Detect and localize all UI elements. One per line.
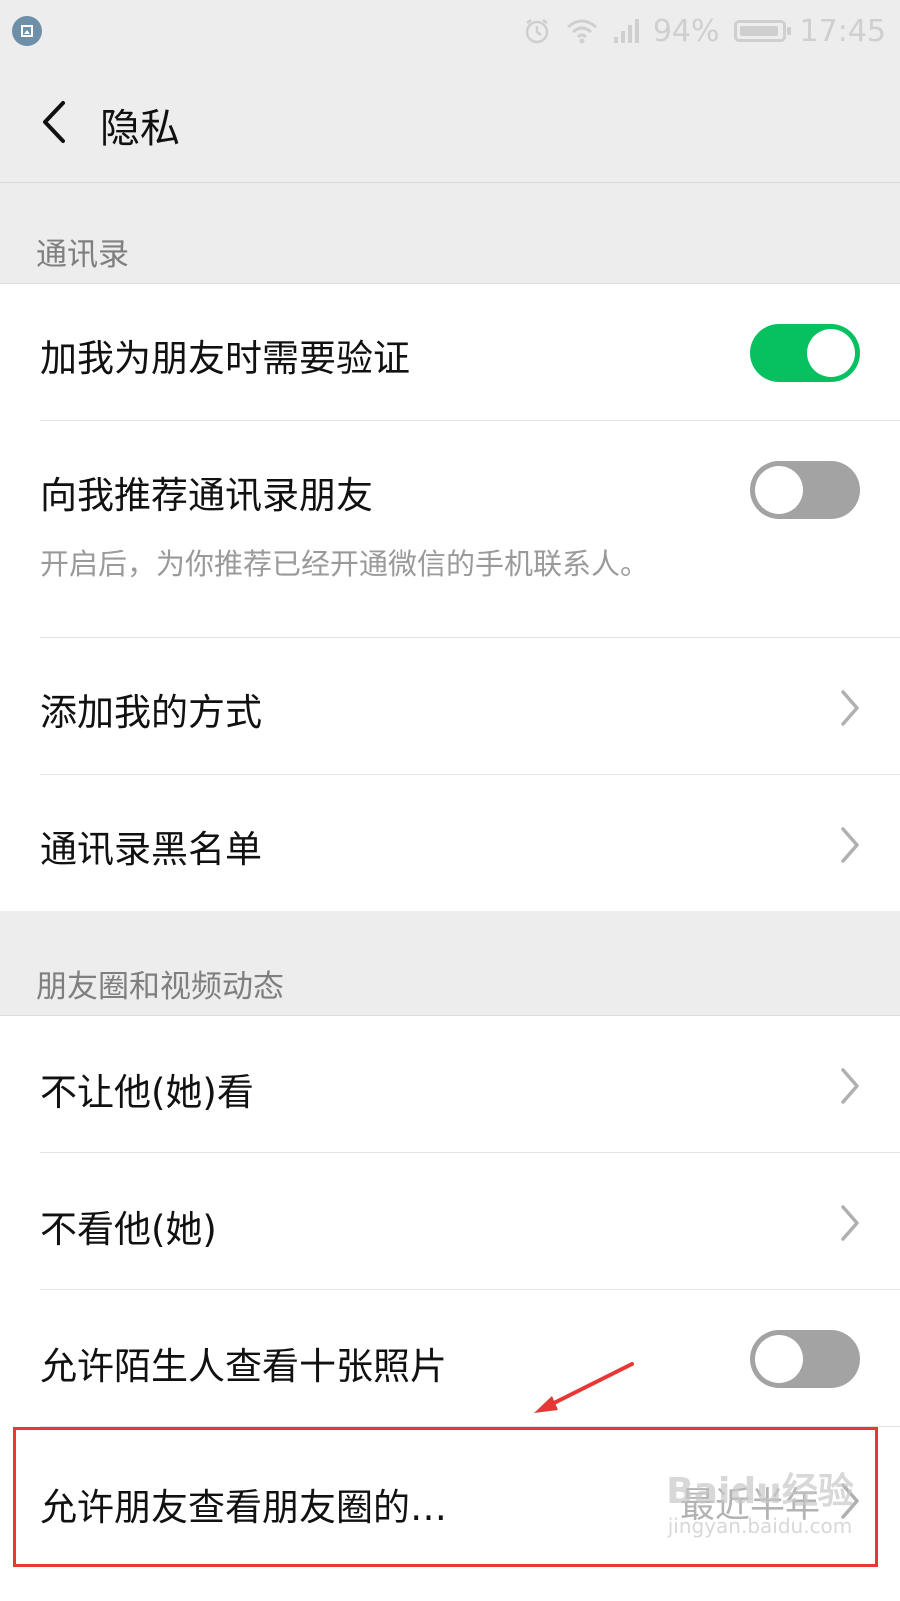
row-label: 不看他(她) bbox=[40, 1208, 217, 1251]
section-header-moments: 朋友圈和视频动态 bbox=[0, 911, 900, 1015]
row-label: 向我推荐通讯录朋友 bbox=[40, 474, 373, 517]
row-label: 加我为朋友时需要验证 bbox=[40, 337, 410, 380]
signal-icon bbox=[613, 19, 639, 43]
row-add-methods[interactable]: 添加我的方式 bbox=[0, 638, 900, 775]
chevron-right-icon bbox=[841, 827, 859, 863]
row-description: 开启后，为你推荐已经开通微信的手机联系人。 bbox=[40, 547, 650, 581]
alarm-icon bbox=[525, 19, 549, 44]
wifi-icon bbox=[566, 19, 597, 44]
row-blacklist[interactable]: 通讯录黑名单 bbox=[0, 775, 900, 912]
row-strangers-ten-photos: 允许陌生人查看十张照片 bbox=[0, 1290, 900, 1427]
watermark: Baidu经验 jingyan.baidu.com bbox=[660, 1470, 860, 1560]
chevron-right-icon bbox=[841, 690, 859, 726]
screenshot-app-icon bbox=[12, 16, 42, 46]
battery-percentage: 94% bbox=[652, 13, 720, 49]
chevron-left-icon bbox=[43, 101, 65, 143]
row-dont-let-see[interactable]: 不让他(她)看 bbox=[0, 1016, 900, 1153]
status-bar: 94% 17:45 bbox=[0, 0, 900, 62]
row-label: 不让他(她)看 bbox=[40, 1071, 254, 1114]
toggle-knob bbox=[807, 329, 855, 377]
watermark-brand: Baidu经验 bbox=[666, 1471, 854, 1512]
nav-bar: 隐私 bbox=[0, 62, 900, 183]
chevron-right-icon bbox=[841, 1068, 859, 1104]
verify-toggle[interactable] bbox=[750, 324, 860, 382]
watermark-url: jingyan.baidu.com bbox=[667, 1514, 853, 1538]
page-title: 隐私 bbox=[100, 106, 180, 152]
row-label: 允许朋友查看朋友圈的… bbox=[40, 1486, 447, 1529]
row-label: 添加我的方式 bbox=[40, 691, 262, 734]
battery-icon bbox=[733, 20, 791, 42]
section-title-contacts: 通讯录 bbox=[36, 237, 129, 273]
contacts-group: 加我为朋友时需要验证 向我推荐通讯录朋友 开启后，为你推荐已经开通微信的手机联系… bbox=[0, 283, 900, 913]
clock: 17:45 bbox=[799, 13, 886, 49]
row-label: 通讯录黑名单 bbox=[40, 828, 262, 871]
chevron-right-icon bbox=[841, 1205, 859, 1241]
section-header-contacts: 通讯录 bbox=[0, 183, 900, 283]
status-indicators: 94% 17:45 bbox=[523, 10, 886, 52]
row-label: 允许陌生人查看十张照片 bbox=[40, 1345, 447, 1388]
row-recommend-contacts: 向我推荐通讯录朋友 开启后，为你推荐已经开通微信的手机联系人。 bbox=[0, 421, 900, 638]
annotation-arrow bbox=[534, 1362, 634, 1413]
strangers-toggle[interactable] bbox=[750, 1330, 860, 1388]
row-dont-see[interactable]: 不看他(她) bbox=[0, 1153, 900, 1290]
section-title-moments: 朋友圈和视频动态 bbox=[36, 969, 284, 1005]
row-verify-friend: 加我为朋友时需要验证 bbox=[0, 284, 900, 421]
toggle-knob bbox=[755, 1335, 803, 1383]
recommend-toggle[interactable] bbox=[750, 461, 860, 519]
toggle-knob bbox=[755, 466, 803, 514]
back-button[interactable] bbox=[26, 92, 82, 152]
